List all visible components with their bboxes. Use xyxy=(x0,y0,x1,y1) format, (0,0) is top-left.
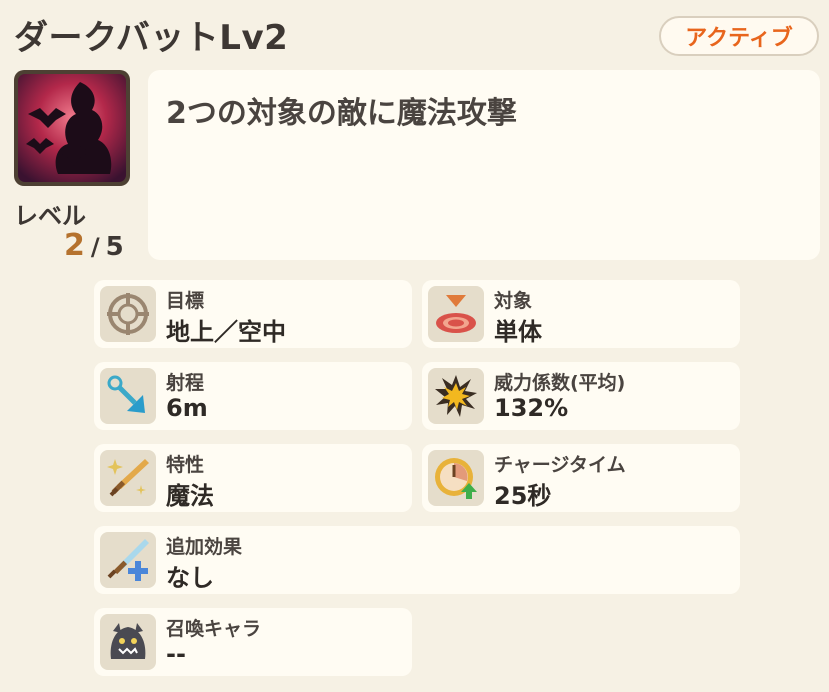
clock-up-icon xyxy=(428,450,484,506)
stat-label: 召喚キャラ xyxy=(166,618,262,640)
skill-description: 2つの対象の敵に魔法攻撃 xyxy=(148,70,820,260)
target-marker-icon xyxy=(428,286,484,342)
stat-value: 132% xyxy=(494,394,569,422)
stat-summon: 召喚キャラ -- xyxy=(94,608,412,676)
stat-label: 射程 xyxy=(166,372,205,394)
level-value: 2 / 5 xyxy=(64,228,124,263)
level-separator: / xyxy=(90,233,100,261)
stat-value: 6m xyxy=(166,394,208,422)
stat-label: 目標 xyxy=(166,290,205,312)
stat-range: 射程 6m xyxy=(94,362,412,430)
stat-label: チャージタイム xyxy=(494,454,626,476)
stat-value: なし xyxy=(166,564,214,592)
stat-attribute: 特性 魔法 xyxy=(94,444,412,512)
stat-label: 威力係数(平均) xyxy=(494,372,626,394)
stat-label: 対象 xyxy=(494,290,533,312)
stat-power: 威力係数(平均) 132% xyxy=(422,362,740,430)
skill-type-badge: アクティブ xyxy=(659,16,819,56)
stat-value: -- xyxy=(166,640,186,668)
summon-creature-icon xyxy=(100,614,156,670)
dark-bat-skill-icon xyxy=(14,70,130,186)
crosshair-icon xyxy=(100,286,156,342)
skill-title: ダークバットLv2 xyxy=(14,18,289,58)
stat-label: 特性 xyxy=(166,454,205,476)
level-max: 5 xyxy=(105,232,124,262)
stat-charge-time: チャージタイム 25秒 xyxy=(422,444,740,512)
explosion-icon xyxy=(428,368,484,424)
stat-value: 25秒 xyxy=(494,482,552,510)
range-arrow-icon xyxy=(100,368,156,424)
sword-sparkle-icon xyxy=(100,450,156,506)
stat-target: 目標 地上／空中 xyxy=(94,280,412,348)
stat-target-type: 対象 単体 xyxy=(422,280,740,348)
stat-label: 追加効果 xyxy=(166,536,243,558)
level-current: 2 xyxy=(64,228,85,263)
sword-plus-icon xyxy=(100,532,156,588)
stat-value: 単体 xyxy=(494,318,542,346)
level-label: レベル xyxy=(14,202,86,230)
stat-value: 魔法 xyxy=(166,482,214,510)
stat-additional-effect: 追加効果 なし xyxy=(94,526,740,594)
stat-value: 地上／空中 xyxy=(166,318,286,346)
